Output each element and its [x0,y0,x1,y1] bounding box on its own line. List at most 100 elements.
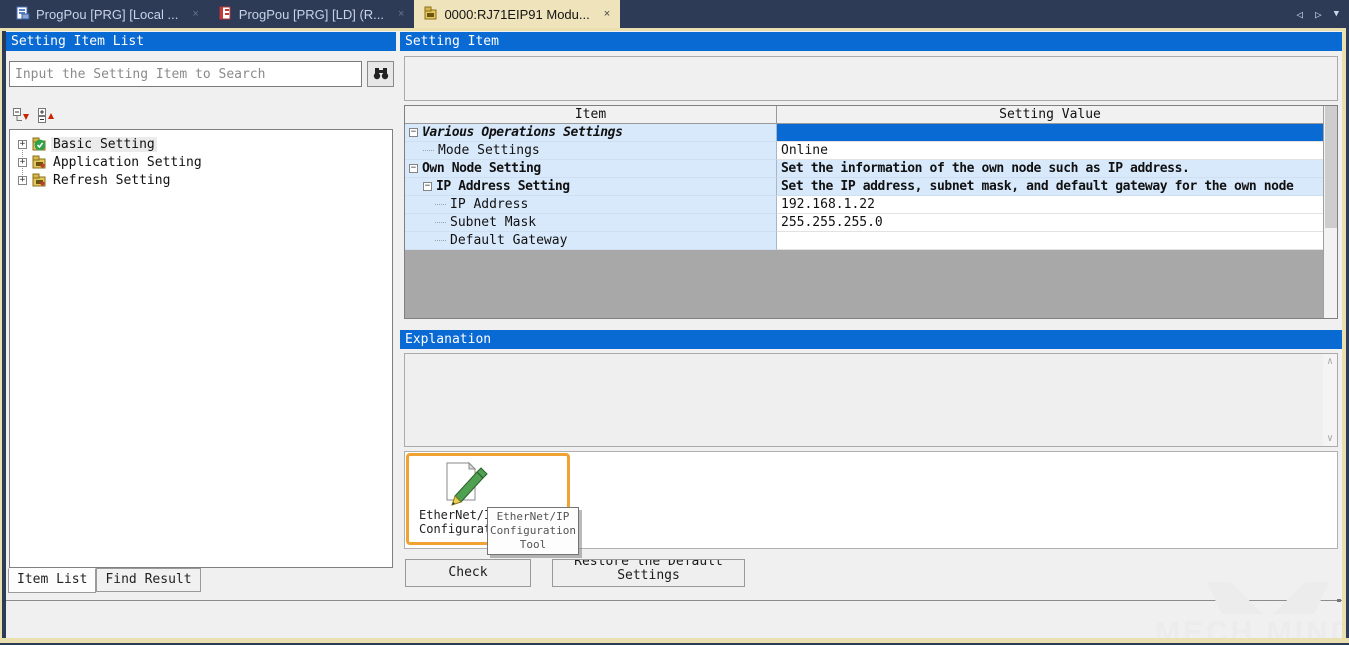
scroll-tabs-right-icon[interactable]: ▷ [1315,8,1322,21]
expand-icon[interactable]: + [18,140,27,149]
table-row[interactable]: IP Address 192.168.1.22 [405,196,1337,214]
ethernet-ip-config-tool-icon [439,460,489,512]
item-label: IP Address [450,196,528,213]
tree-toolbar [13,108,56,123]
mech-mind-logo [1207,582,1349,614]
collapse-all-icon[interactable] [13,108,31,123]
close-icon[interactable]: × [192,8,198,20]
tree-item-application-setting[interactable]: + Application Setting [10,153,392,171]
value-cell[interactable]: Online [777,142,1323,160]
item-label: IP Address Setting [436,178,570,195]
scroll-up-icon[interactable]: ∧ [1323,356,1337,367]
item-cell[interactable]: IP Address [405,196,777,214]
tooltip-line: EtherNet/IP [488,510,578,524]
tooltip-line: Configuration [488,524,578,538]
setting-item-tree: + Basic Setting + Application Setting + … [9,129,393,568]
tree-item-refresh-setting[interactable]: + Refresh Setting [10,171,392,189]
tab-progpou-ld[interactable]: ProgPou [PRG] [LD] (R... × [209,0,415,28]
explanation-scrollbar[interactable]: ∧ ∨ [1323,354,1337,446]
status-divider [6,600,1342,601]
tooltip: EtherNet/IP Configuration Tool [487,507,579,555]
item-cell[interactable]: Subnet Mask [405,214,777,232]
table-vertical-scrollbar[interactable] [1323,106,1337,318]
item-cell[interactable]: − Various Operations Settings [405,124,777,142]
program-ladder-icon [219,6,233,23]
setting-item-list-header: Setting Item List [6,32,396,51]
value-text: Online [781,143,828,158]
tab-list-menu-icon[interactable]: ▼ [1334,9,1339,19]
column-header-item: Item [405,106,777,123]
tool-strip: EtherNet/I Configurat EtherNet/IP Config… [404,451,1338,549]
setting-table-header: Item Setting Value [405,106,1337,124]
tree-item-label[interactable]: Basic Setting [51,137,157,152]
basic-setting-icon [32,137,47,151]
value-text: Set the IP address, subnet mask, and def… [781,179,1293,194]
collapse-icon[interactable]: − [423,182,432,191]
program-label-icon [16,6,30,23]
tree-dots [423,150,434,151]
scrollbar-thumb[interactable] [1325,106,1337,228]
scroll-tabs-left-icon[interactable]: ◁ [1296,8,1303,21]
table-row[interactable]: − IP Address Setting Set the IP address,… [405,178,1337,196]
expand-all-icon[interactable] [38,108,56,123]
value-cell[interactable]: Set the information of the own node such… [777,160,1323,178]
tab-progpou-local[interactable]: ProgPou [PRG] [Local ... × [6,0,209,28]
table-row[interactable]: − Own Node Setting Set the information o… [405,160,1337,178]
search-button[interactable] [367,61,394,87]
setting-table: Item Setting Value − Various Operations … [404,105,1338,319]
value-text: 192.168.1.22 [781,197,875,212]
scroll-down-icon[interactable]: ∨ [1323,433,1337,444]
tab-item-list[interactable]: Item List [8,568,96,593]
tree-item-basic-setting[interactable]: + Basic Setting [10,135,392,153]
tab-label: ProgPou [PRG] [LD] (R... [239,7,384,22]
restore-default-settings-button[interactable]: Restore the Default Settings [552,559,745,587]
explanation-header: Explanation [400,330,1342,349]
table-row[interactable]: Default Gateway [405,232,1337,250]
value-cell[interactable]: 192.168.1.22 [777,196,1323,214]
logo-left-wing [1207,582,1263,614]
expand-icon[interactable]: + [18,158,27,167]
search-input[interactable] [9,61,362,87]
tree-dots [435,240,446,241]
close-icon[interactable]: × [398,8,404,20]
tab-label: 0000:RJ71EIP91 Modu... [444,7,589,22]
expand-icon[interactable]: + [18,176,27,185]
frame-top-border [0,28,1349,31]
table-row[interactable]: Mode Settings Online [405,142,1337,160]
gx-works3-window: ProgPou [PRG] [Local ... × ProgPou [PRG]… [0,0,1349,645]
value-cell[interactable]: Set the IP address, subnet mask, and def… [777,178,1323,196]
module-parameter-icon [424,6,438,23]
column-header-setting-value: Setting Value [777,106,1323,123]
value-cell[interactable]: 255.255.255.0 [777,214,1323,232]
logo-right-wing [1273,582,1329,614]
restore-button-label: Restore the Default Settings [553,559,744,583]
tree-item-label[interactable]: Application Setting [51,155,204,170]
item-cell[interactable]: Default Gateway [405,232,777,250]
item-label: Mode Settings [438,142,540,159]
tab-find-result[interactable]: Find Result [96,568,200,592]
item-cell[interactable]: − Own Node Setting [405,160,777,178]
tab-module-parameter[interactable]: 0000:RJ71EIP91 Modu... × [414,0,620,28]
value-text: Set the information of the own node such… [781,161,1189,176]
setting-item-top-box [404,56,1338,101]
check-button[interactable]: Check [405,559,531,587]
collapse-icon[interactable]: − [409,128,418,137]
collapse-icon[interactable]: − [409,164,418,173]
close-icon[interactable]: × [604,8,610,20]
tooltip-line: Tool [488,538,578,552]
ethernet-ip-config-tool-button[interactable]: EtherNet/I Configurat EtherNet/IP Config… [406,453,570,545]
left-panel-bottom-tabs: Item List Find Result [8,568,201,593]
item-cell[interactable]: − IP Address Setting [405,178,777,196]
item-label: Subnet Mask [450,214,536,231]
setting-item-list-panel: Setting Item List + Basic Settin [6,31,396,638]
value-cell[interactable] [777,124,1323,142]
table-row[interactable]: Subnet Mask 255.255.255.0 [405,214,1337,232]
tree-dots [435,222,446,223]
frame-left-gap [2,31,6,638]
tab-scroll-controls: ◁ ▷ ▼ [1296,0,1339,28]
tree-item-label[interactable]: Refresh Setting [51,173,172,188]
refresh-setting-icon [32,173,47,187]
table-row[interactable]: − Various Operations Settings [405,124,1337,142]
value-cell[interactable] [777,232,1323,250]
item-cell[interactable]: Mode Settings [405,142,777,160]
